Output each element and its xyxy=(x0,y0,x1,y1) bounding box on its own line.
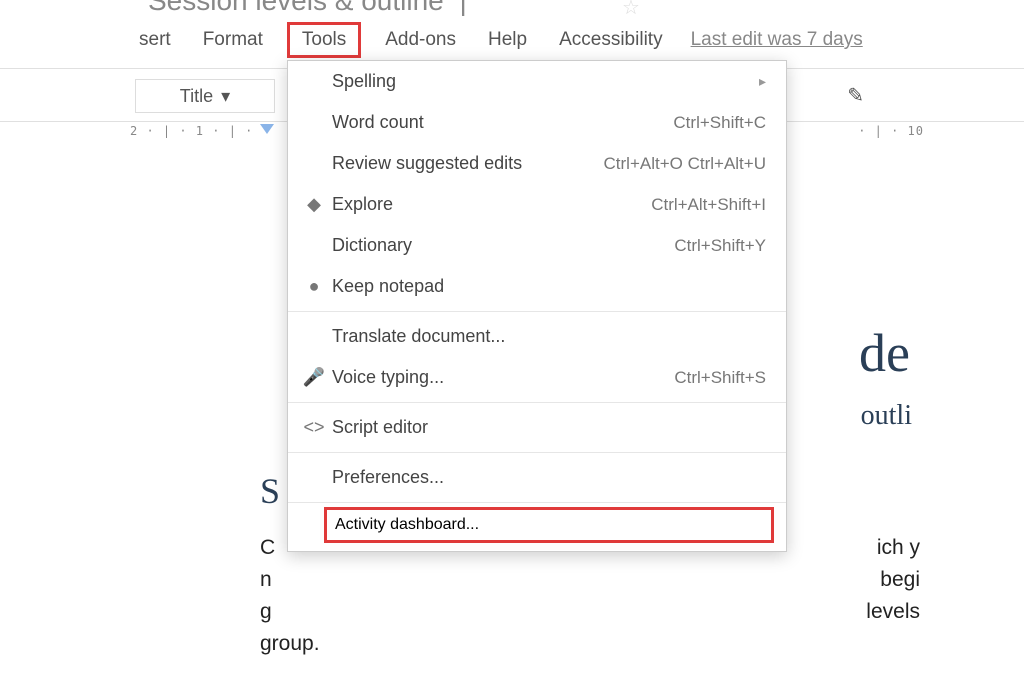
menu-dictionary[interactable]: Dictionary Ctrl+Shift+Y xyxy=(288,225,786,266)
divider xyxy=(288,502,786,503)
menu-word-count[interactable]: Word count Ctrl+Shift+C xyxy=(288,102,786,143)
para-frag: g xyxy=(260,596,272,628)
menu-translate[interactable]: Translate document... xyxy=(288,316,786,357)
dictionary-label: Dictionary xyxy=(328,235,674,256)
subheading-fragment: outli xyxy=(861,400,912,432)
chevron-right-icon: ▸ xyxy=(759,73,766,90)
menu-voice-typing[interactable]: 🎤 Voice typing... Ctrl+Shift+S xyxy=(288,357,786,398)
keep-label: Keep notepad xyxy=(328,276,766,297)
divider xyxy=(288,452,786,453)
chevron-down-icon: ▾ xyxy=(221,86,230,107)
menu-review-edits[interactable]: Review suggested edits Ctrl+Alt+O Ctrl+A… xyxy=(288,143,786,184)
divider xyxy=(288,402,786,403)
pencil-icon[interactable]: ✎ xyxy=(847,83,864,108)
explore-icon: ◆ xyxy=(300,194,328,215)
tools-dropdown: Spelling ▸ Word count Ctrl+Shift+C Revie… xyxy=(287,60,787,552)
microphone-icon: 🎤 xyxy=(300,367,328,388)
voice-label: Voice typing... xyxy=(328,367,674,388)
menu-tools[interactable]: Tools xyxy=(287,22,361,58)
review-label: Review suggested edits xyxy=(328,153,604,174)
spelling-label: Spelling xyxy=(328,71,759,92)
title-divider: | xyxy=(460,0,467,16)
voice-shortcut: Ctrl+Shift+S xyxy=(674,368,766,388)
menu-script-editor[interactable]: <> Script editor xyxy=(288,407,786,448)
doc-title-text: Session levels & outline xyxy=(148,0,444,16)
lightbulb-icon: ● xyxy=(300,276,328,297)
menu-preferences[interactable]: Preferences... xyxy=(288,457,786,498)
explore-label: Explore xyxy=(328,194,651,215)
explore-shortcut: Ctrl+Alt+Shift+I xyxy=(651,195,766,215)
dictionary-shortcut: Ctrl+Shift+Y xyxy=(674,236,766,256)
para-frag: group. xyxy=(260,628,320,660)
divider xyxy=(288,311,786,312)
activity-label: Activity dashboard... xyxy=(335,516,479,533)
menubar: sert Format Tools Add-ons Help Accessibi… xyxy=(135,26,863,54)
menu-help[interactable]: Help xyxy=(484,27,531,53)
style-label: Title xyxy=(180,86,213,107)
para-frag: levels xyxy=(866,596,920,628)
doc-title: Session levels & outline | xyxy=(148,0,475,17)
para-frag: n xyxy=(260,564,272,596)
menu-insert[interactable]: sert xyxy=(135,27,175,53)
para-frag: C xyxy=(260,532,275,564)
translate-label: Translate document... xyxy=(328,326,766,347)
para-frag: ich y xyxy=(877,532,920,564)
preferences-label: Preferences... xyxy=(328,467,766,488)
para-frag: begi xyxy=(880,564,920,596)
menu-explore[interactable]: ◆ Explore Ctrl+Alt+Shift+I xyxy=(288,184,786,225)
last-edit-link[interactable]: Last edit was 7 days xyxy=(691,29,863,51)
menu-spelling[interactable]: Spelling ▸ xyxy=(288,61,786,102)
code-icon: <> xyxy=(300,417,328,438)
heading-fragment: de xyxy=(859,322,910,384)
style-dropdown[interactable]: Title ▾ xyxy=(135,79,275,113)
word-count-label: Word count xyxy=(328,112,673,133)
menu-keep-notepad[interactable]: ● Keep notepad xyxy=(288,266,786,307)
ruler-right: · | · 10 xyxy=(858,124,924,138)
menu-addons[interactable]: Add-ons xyxy=(381,27,460,53)
star-icon[interactable]: ☆ xyxy=(622,0,640,20)
ruler-left: 2 · | · 1 · | · xyxy=(130,124,253,138)
section-letter: S xyxy=(260,470,280,512)
menu-activity-dashboard[interactable]: Activity dashboard... xyxy=(324,507,774,543)
menu-accessibility[interactable]: Accessibility xyxy=(555,27,666,53)
word-count-shortcut: Ctrl+Shift+C xyxy=(673,113,766,133)
indent-marker-icon[interactable] xyxy=(260,124,274,134)
review-shortcut: Ctrl+Alt+O Ctrl+Alt+U xyxy=(604,154,767,174)
script-label: Script editor xyxy=(328,417,766,438)
menu-format[interactable]: Format xyxy=(199,27,267,53)
